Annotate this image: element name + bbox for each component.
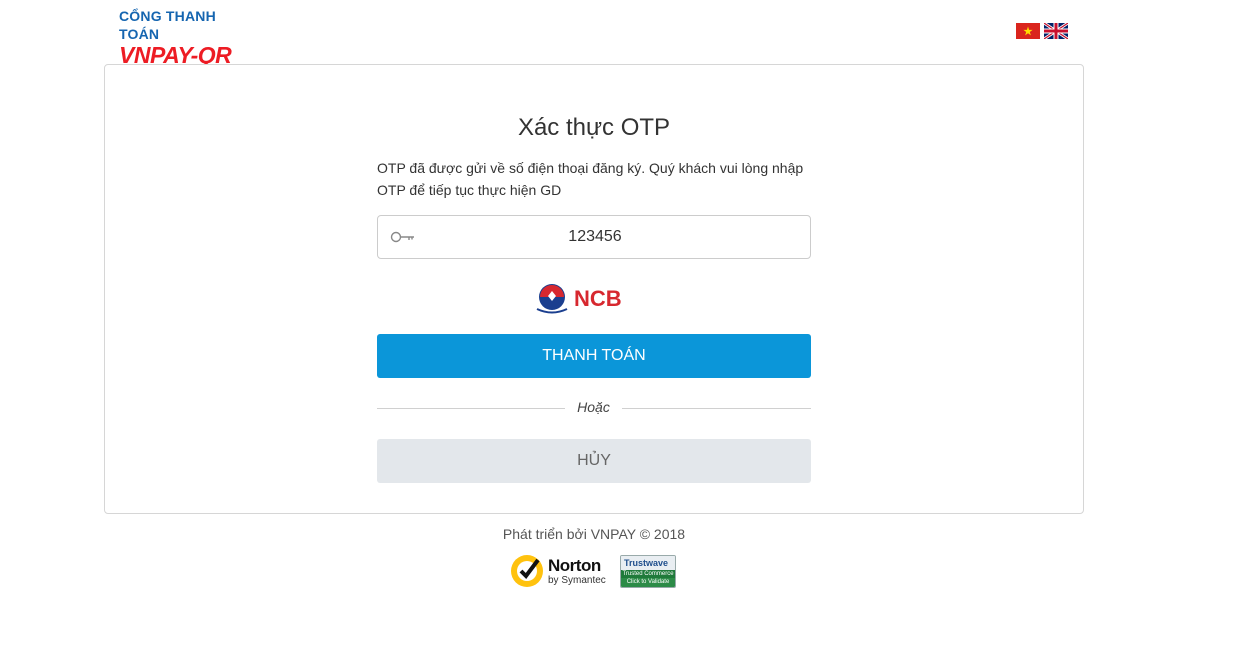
pay-button[interactable]: THANH TOÁN — [377, 334, 811, 378]
norton-check-icon — [511, 555, 543, 587]
otp-field[interactable] — [377, 215, 811, 259]
vnpay-qr-logo[interactable]: CỔNG THANH TOÁN VNPAY-QR — [119, 7, 259, 67]
or-label: Hoặc — [577, 399, 610, 415]
otp-description: OTP đã được gửi về số điện thoại đăng ký… — [377, 160, 804, 198]
divider-line-left — [377, 408, 565, 409]
divider-line-right — [622, 408, 811, 409]
norton-sub: by Symantec — [548, 574, 606, 586]
ncb-logo-icon: NCB — [536, 284, 622, 314]
language-switcher — [1016, 23, 1068, 39]
norton-badge[interactable]: Norton by Symantec — [508, 550, 612, 592]
security-badges: Norton by Symantec Trustwave Trusted Com… — [508, 550, 676, 592]
or-divider: Hoặc — [377, 398, 811, 418]
logo-top-text: CỔNG THANH TOÁN — [119, 8, 216, 42]
footer-copyright: Phát triển bởi VNPAY © 2018 — [502, 526, 686, 542]
key-icon — [390, 231, 414, 243]
trustwave-name: Trustwave — [621, 555, 675, 570]
otp-input[interactable] — [418, 216, 772, 258]
otp-card: Xác thực OTP OTP đã được gửi về số điện … — [104, 64, 1084, 514]
vietnam-flag-icon[interactable] — [1016, 23, 1040, 39]
page-title: Xác thực OTP — [517, 114, 671, 141]
uk-flag-icon[interactable] — [1044, 23, 1068, 39]
ncb-bank-logo: NCB — [534, 282, 648, 316]
cancel-button[interactable]: HỦY — [377, 439, 811, 483]
trustwave-line1: Trusted Commerce — [621, 569, 675, 578]
bank-name-text: NCB — [574, 286, 622, 311]
trustwave-line2: Click to Validate — [621, 577, 675, 587]
norton-name: Norton — [548, 555, 601, 575]
trustwave-badge[interactable]: Trustwave Trusted Commerce Click to Vali… — [620, 554, 676, 588]
